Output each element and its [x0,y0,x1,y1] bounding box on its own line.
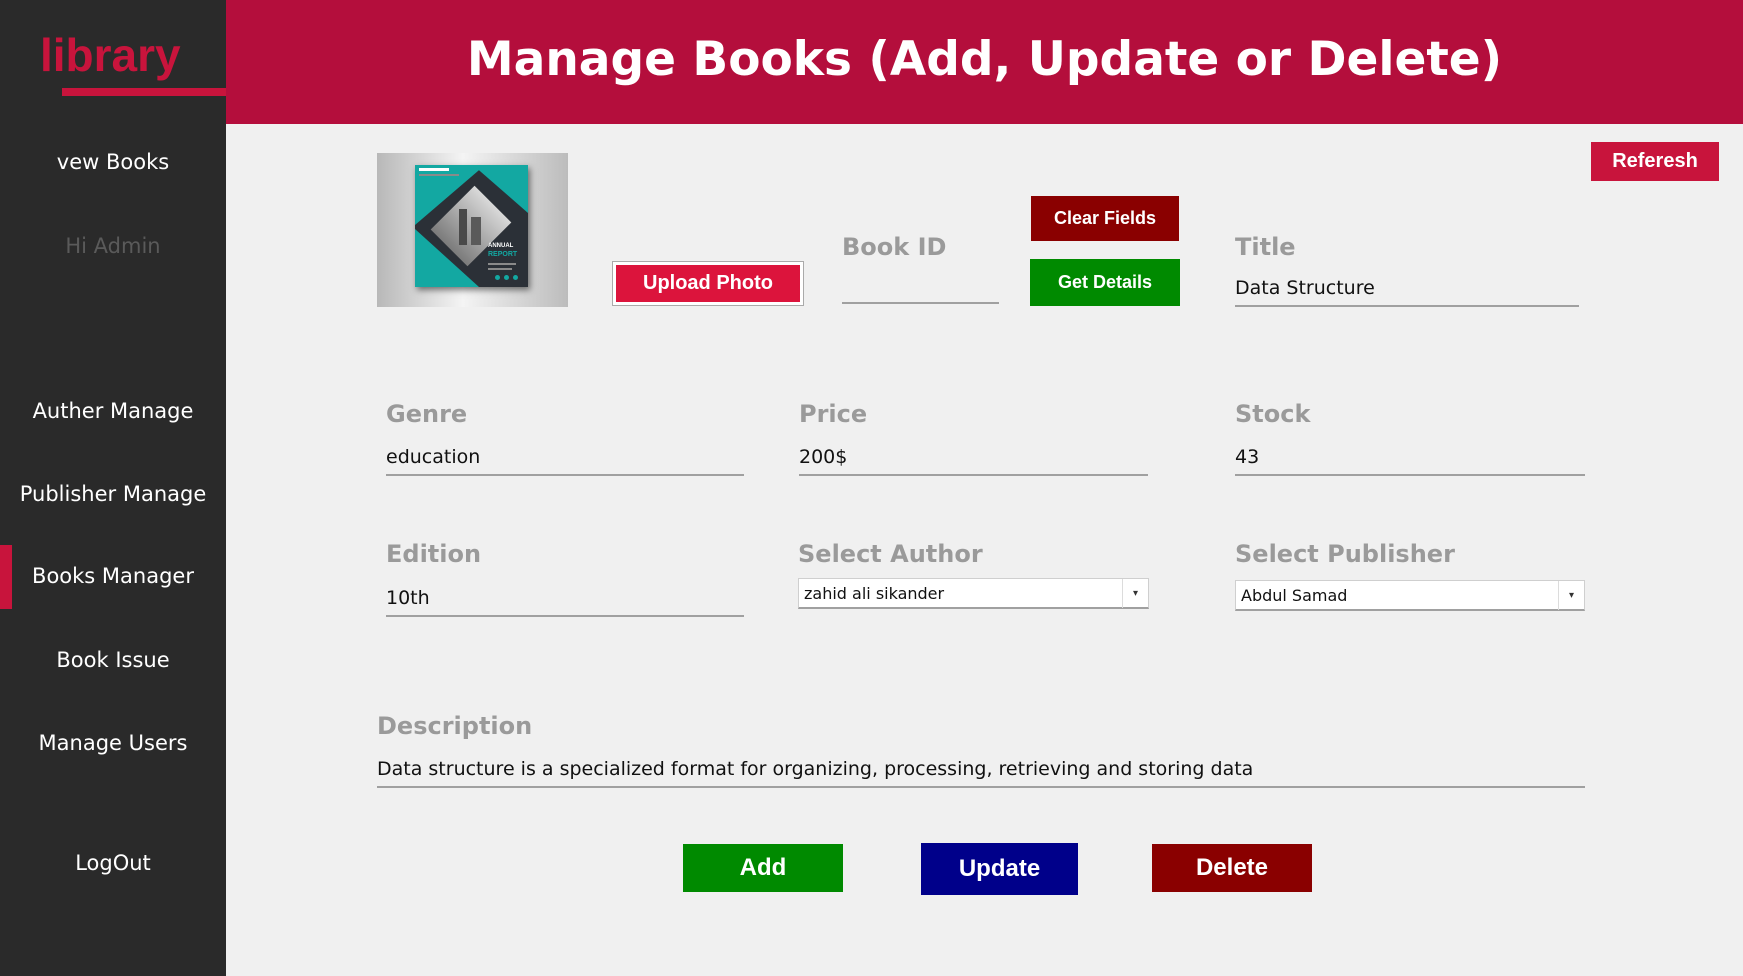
book-cover-image: ANNUAL REPORT [415,165,528,287]
upload-photo-label: Upload Photo [616,265,800,302]
cover-title: ANNUAL [488,243,514,249]
genre-label: Genre [386,400,468,428]
stock-label: Stock [1235,400,1311,428]
edition-label: Edition [386,540,482,568]
update-button[interactable]: Update [921,843,1078,895]
refresh-button[interactable]: Referesh [1591,142,1719,181]
header-bar: Manage Books (Add, Update or Delete) [226,0,1743,124]
book-id-label: Book ID [842,233,947,261]
title-field[interactable]: Data Structure [1235,277,1579,307]
stock-field[interactable]: 43 [1235,446,1585,476]
price-field[interactable]: 200$ [799,446,1148,476]
chevron-down-icon[interactable]: ▾ [1558,581,1584,610]
sidebar-item-view-books[interactable]: vew Books [0,150,226,174]
sidebar-item-author-manage[interactable]: Auther Manage [0,399,226,423]
sidebar-item-books-manager[interactable]: Books Manager [0,564,226,588]
cover-subtitle: REPORT [488,251,518,258]
description-field[interactable]: Data structure is a specialized format f… [377,758,1585,788]
sidebar-item-manage-users[interactable]: Manage Users [0,731,226,755]
genre-field[interactable]: education [386,446,744,476]
select-author-value: zahid ali sikander [804,584,945,603]
select-publisher-dropdown[interactable]: Abdul Samad ▾ [1235,580,1585,611]
select-author-label: Select Author [798,540,983,568]
app-logo: library [40,29,181,81]
select-author-dropdown[interactable]: zahid ali sikander ▾ [798,578,1149,609]
description-label: Description [377,712,533,740]
sidebar-item-publisher-manage[interactable]: Publisher Manage [0,482,226,506]
book-photo: ANNUAL REPORT [377,153,568,307]
delete-button[interactable]: Delete [1152,844,1312,892]
sidebar-greeting: Hi Admin [65,234,161,258]
clear-fields-button[interactable]: Clear Fields [1031,196,1179,241]
edition-field[interactable]: 10th [386,587,744,617]
logo-underline [62,88,226,96]
sidebar-item-book-issue[interactable]: Book Issue [0,648,226,672]
book-id-field[interactable] [842,277,999,304]
select-publisher-value: Abdul Samad [1241,586,1348,605]
price-label: Price [799,400,868,428]
get-details-button[interactable]: Get Details [1030,259,1180,306]
page-title: Manage Books (Add, Update or Delete) [466,32,1503,87]
upload-photo-button[interactable]: Upload Photo [612,261,804,306]
add-button[interactable]: Add [683,844,843,892]
select-publisher-label: Select Publisher [1235,540,1455,568]
chevron-down-icon[interactable]: ▾ [1122,579,1148,608]
title-label: Title [1235,233,1296,261]
sidebar-item-logout[interactable]: LogOut [0,851,226,875]
sidebar: library vew Books Hi Admin Auther Manage… [0,0,226,976]
